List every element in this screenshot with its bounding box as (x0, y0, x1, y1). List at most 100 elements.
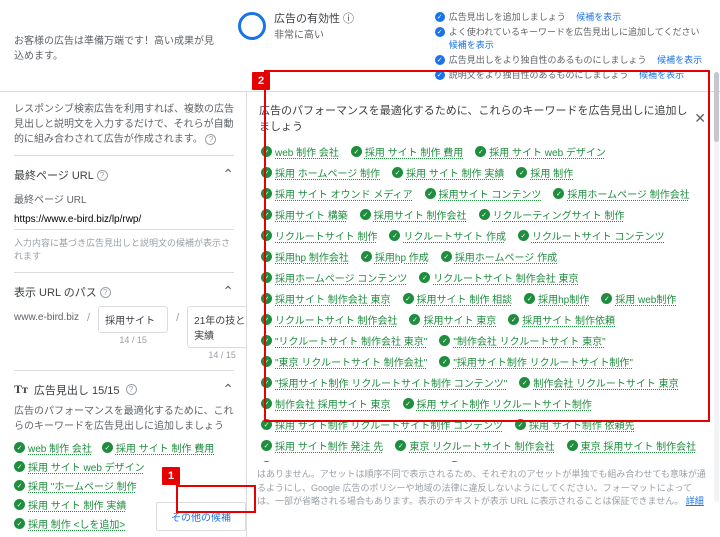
close-icon[interactable]: ✕ (694, 110, 706, 127)
keyword-chip[interactable]: ✓制作会社 リクルートサイト 東京 (519, 375, 678, 390)
ad-strength-subtitle: 非常に高い (274, 26, 354, 41)
keyword-label: 採用 サイト制作 発注 先 (275, 438, 383, 453)
keyword-label: 採用 サイト制作 リクルートサイト制作 (417, 396, 592, 411)
keyword-chip[interactable]: ✓採用 制作 <しを追加> (14, 516, 125, 531)
keyword-chip[interactable]: ✓制作会社 採用サイト 東京 (261, 396, 391, 411)
check-icon: ✓ (261, 461, 272, 462)
keyword-chip[interactable]: ✓採用 サイト制作 依頼先 (515, 417, 635, 432)
keyword-label: 採用サイト 東京 (423, 312, 496, 327)
keyword-chip[interactable]: ✓"リクルートサイト 制作会社 東京" (261, 333, 427, 348)
keyword-chip[interactable]: ✓リクルートサイト 作成 (389, 228, 505, 243)
keyword-chip[interactable]: ✓採用 サイト web デザイン (475, 144, 606, 159)
keyword-chip[interactable]: ✓"採用サイト制作 リクルートサイト制作 コンテンツ" (261, 375, 507, 390)
check-icon: ✓ (553, 188, 564, 199)
final-url-section: 最終ページ URL ? ⌃ 最終ページ URL 入力内容に基づき広告見出しと説明… (14, 155, 234, 272)
text-icon: Tт (14, 382, 28, 397)
keyword-chip[interactable]: ✓採用hp 制作会社 (261, 249, 349, 264)
keyword-chip[interactable]: ✓リクルートサイト 制作会社 東京 (419, 270, 578, 285)
keyword-chip[interactable]: ✓採用 サイト 制作 費用 (351, 144, 463, 159)
keyword-chip[interactable]: ✓採用サイト 構築 (261, 207, 348, 222)
help-icon[interactable]: ? (126, 384, 137, 395)
keyword-label: 採用ホームページ 制作会社 (567, 186, 689, 201)
keyword-chip[interactable]: ✓採用ホームページ 制作会社 (553, 186, 689, 201)
url-hint: 入力内容に基づき広告見出しと説明文の候補が表示されます (14, 236, 234, 262)
rec-link[interactable]: 候補を表示 (657, 53, 702, 66)
keyword-chip[interactable]: ✓採用hp制作 (524, 291, 589, 306)
keyword-chip[interactable]: ✓採用 サイト制作 リクルートサイト制作 コンテンツ (261, 417, 503, 432)
check-icon: ✓ (439, 356, 450, 367)
section-header[interactable]: Tт 広告見出し 15/15 ? ⌃ (14, 381, 234, 398)
keyword-chip[interactable]: ✓採用 サイト・リクルートサイト制作 (261, 459, 437, 462)
check-icon: ✓ (261, 356, 272, 367)
keyword-chip[interactable]: ✓採用サイト 制作会社 (360, 207, 467, 222)
keyword-chip[interactable]: ✓東京 リクルートサイト 制作会社 (395, 438, 554, 453)
headlines-desc: 広告のパフォーマンスを最適化するために、これらのキーワードを広告見出しに追加しま… (14, 404, 234, 434)
check-icon: ✓ (261, 377, 272, 388)
check-icon: ✓ (524, 293, 535, 304)
rec-text: 説明文をより独自性のあるものにしましょう (449, 68, 629, 81)
keyword-chip[interactable]: ✓web 制作 会社 (261, 144, 339, 159)
keyword-chip[interactable]: ✓採用hp 作成 (361, 249, 429, 264)
keyword-chip[interactable]: ✓採用サイト 制作会社 東京 (261, 291, 391, 306)
keyword-chip[interactable]: ✓採用サイト 東京 (409, 312, 496, 327)
keyword-chip[interactable]: ✓採用サイト コンテンツ (425, 186, 542, 201)
keyword-chip[interactable]: ✓採用ホームページ 作成 (441, 249, 557, 264)
check-icon: ✓ (261, 272, 272, 283)
help-icon[interactable]: ? (100, 287, 111, 298)
help-icon[interactable]: ? (97, 170, 108, 181)
keyword-label: リクルートサイト コンテンツ (532, 228, 664, 243)
check-icon: ✓ (102, 442, 113, 453)
check-icon: ✓ (261, 167, 272, 178)
keyword-chip[interactable]: ✓リクルーティングサイト 制作 (479, 207, 625, 222)
keyword-label: 採用hp 作成 (375, 249, 429, 264)
keyword-label: 制作会社 リクルートサイト 東京 (533, 375, 678, 390)
keyword-chip[interactable]: ✓リクルートサイト 制作 (261, 228, 377, 243)
check-icon: ✓ (261, 440, 272, 451)
rec-text: よく使われているキーワードを広告見出しに追加してください (449, 25, 700, 38)
check-icon: ✓ (403, 293, 414, 304)
details-link[interactable]: 詳細 (686, 496, 704, 506)
check-icon: ✓ (435, 55, 445, 65)
keyword-chip[interactable]: ✓リクルートサイト 制作会社 (261, 312, 397, 327)
panel-note: はありません。アセットは順序不同で表示されるため、それぞれのアセットが単独でも組… (257, 468, 706, 509)
keyword-chip[interactable]: ✓採用 サイト制作 発注 先 (261, 438, 383, 453)
keyword-chip[interactable]: ✓リクルートサイト コンテンツ (518, 228, 664, 243)
keyword-label: リクルートサイト 制作 (275, 228, 377, 243)
keyword-chip[interactable]: ✓"制作会社 リクルートサイト 東京" (439, 333, 605, 348)
keyword-chip[interactable]: ✓採用サイト 制作依頼 (508, 312, 615, 327)
section-header[interactable]: 最終ページ URL ? ⌃ (14, 166, 234, 183)
help-icon[interactable]: ? (205, 134, 216, 145)
keyword-chip[interactable]: ✓採用 サイト 制作 実績 (392, 165, 504, 180)
keyword-chip[interactable]: ✓採用 サイト 制作 費用 (102, 440, 214, 455)
keyword-chip[interactable]: ✓採用 サイト制作 リクルートサイト制作 (403, 396, 592, 411)
keyword-chip[interactable]: ✓"採用 サイト制作 依頼先" (449, 459, 576, 462)
keyword-chip[interactable]: ✓採用サイト 制作 相談 (403, 291, 513, 306)
path2-input[interactable]: 21年の技と実績 (187, 306, 247, 348)
final-url-input[interactable] (14, 210, 234, 230)
rec-link[interactable]: 候補を表示 (449, 38, 494, 51)
path1-input[interactable]: 採用サイト (98, 306, 168, 333)
section-header[interactable]: 表示 URL のパス ? ⌃ (14, 283, 234, 300)
keyword-chip[interactable]: ✓採用 サイト 制作 実績 (14, 497, 126, 512)
keyword-chip[interactable]: ✓採用 "ホームページ 制作 (14, 478, 137, 493)
scrollbar-thumb[interactable] (714, 72, 719, 142)
keyword-chip[interactable]: ✓東京 採用サイト 制作会社 (567, 438, 697, 453)
keyword-chip[interactable]: ✓"東京 リクルートサイト 制作会社" (261, 354, 427, 369)
keyword-chip[interactable]: ✓採用 サイト web デザイン (14, 459, 145, 474)
keyword-chip[interactable]: ✓"採用サイト制作 リクルートサイト制作" (439, 354, 633, 369)
keyword-chip[interactable]: ✓web 制作 会社 (14, 440, 92, 455)
rec-link[interactable]: 候補を表示 (576, 10, 621, 23)
check-icon: ✓ (515, 419, 526, 430)
rec-link[interactable]: 候補を表示 (639, 68, 684, 81)
keyword-chip[interactable]: ✓採用 制作 (516, 165, 573, 180)
keyword-chip[interactable]: ✓採用 サイト オウンド メディア (261, 186, 413, 201)
keyword-label: "東京 リクルートサイト 制作会社" (275, 354, 427, 369)
keyword-chip[interactable]: ✓採用 ホームページ 制作 (261, 165, 380, 180)
keyword-label: リクルートサイト 制作会社 (275, 312, 397, 327)
keyword-suggestions-panel: ✓web 制作 会社 ✓採用 サイト 制作 費用 ✓採用 サイト web デザイン ✓… (257, 142, 706, 462)
keyword-chip[interactable]: ✓採用 web制作 (601, 291, 676, 306)
ad-strength-circle-icon (238, 12, 266, 40)
check-icon: ✓ (425, 188, 436, 199)
more-suggestions-button[interactable]: その他の候補 (156, 502, 246, 531)
keyword-chip[interactable]: ✓採用ホームページ コンテンツ (261, 270, 407, 285)
